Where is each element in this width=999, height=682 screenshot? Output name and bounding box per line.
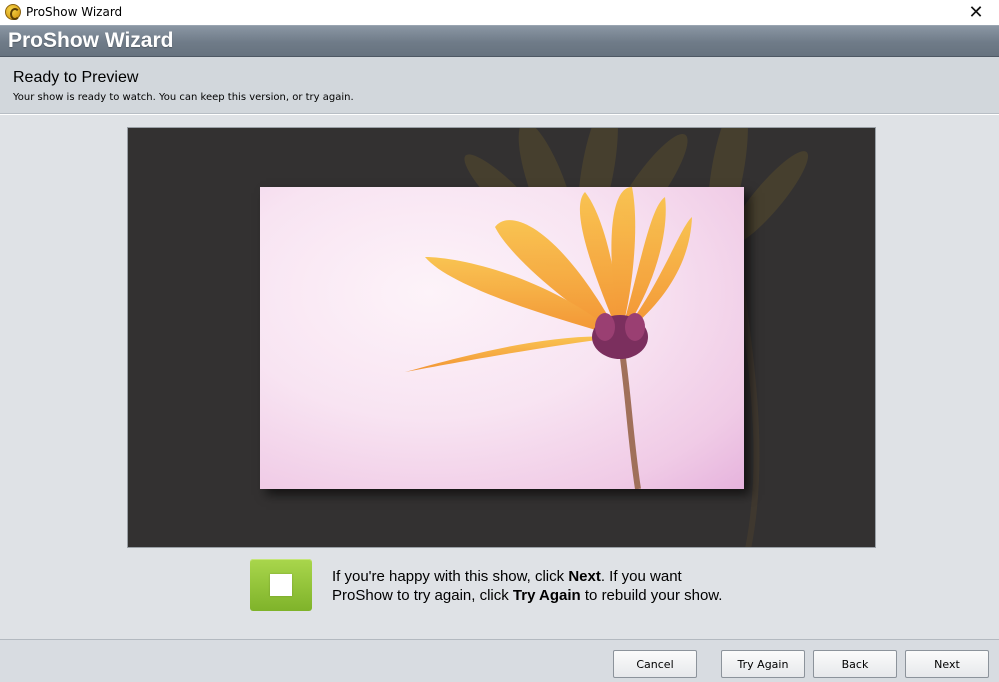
message-line-2: ProShow to try again, click Try Again to…	[332, 586, 762, 605]
next-button[interactable]: Next	[905, 650, 989, 678]
window-titlebar: ProShow Wizard ✕	[0, 0, 999, 25]
wizard-banner: ProShow Wizard	[0, 25, 999, 57]
step-title: Ready to Preview	[13, 69, 139, 86]
message-line-1: If you're happy with this show, click Ne…	[332, 567, 762, 586]
banner-title: ProShow Wizard	[8, 29, 174, 52]
proshow-app-icon	[5, 4, 21, 20]
instruction-message: If you're happy with this show, click Ne…	[332, 567, 762, 605]
window-title: ProShow Wizard	[26, 5, 123, 19]
back-button[interactable]: Back	[813, 650, 897, 678]
cancel-button[interactable]: Cancel	[613, 650, 697, 678]
message-line2-tail: to rebuild your show.	[580, 587, 723, 604]
preview-slide-photo	[260, 187, 744, 489]
message-line1-tail: . If you want	[600, 568, 682, 585]
show-preview[interactable]	[127, 127, 876, 548]
wizard-footer: Cancel Try Again Back Next	[0, 639, 999, 682]
stop-square-glyph	[270, 574, 292, 596]
close-icon[interactable]: ✕	[953, 0, 999, 25]
message-line1-text: If you're happy with this show, click	[332, 568, 569, 585]
step-header: Ready to Preview Your show is ready to w…	[0, 57, 999, 114]
stop-square-icon[interactable]	[250, 559, 312, 611]
try-again-button[interactable]: Try Again	[721, 650, 805, 678]
message-next-keyword: Next	[568, 568, 601, 585]
message-line2-text: ProShow to try again, click	[332, 587, 513, 604]
message-tryagain-keyword: Try Again	[512, 587, 581, 604]
step-subtitle: Your show is ready to watch. You can kee…	[13, 92, 354, 103]
flower-image	[405, 187, 692, 489]
